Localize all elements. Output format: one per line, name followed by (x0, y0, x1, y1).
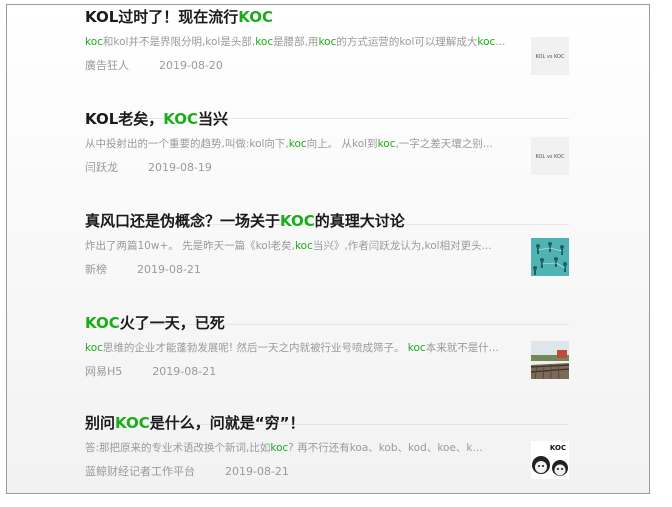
article-meta: 廣告狂人 2019-08-20 (85, 59, 223, 73)
article-summary: 答:那把原来的专业术语改换个新词,比如koc? 再不行还有koa、kob、kod… (85, 441, 517, 455)
text-segment: ? 再不行还有koa、kob、kod、koe、k... (288, 442, 483, 454)
search-results-panel: KOL过时了！现在流行KOC koc和kol并不是界限分明,kol是头部,koc… (6, 4, 650, 494)
article-title[interactable]: KOC火了一天，已死 (85, 313, 515, 333)
article-summary: koc思维的企业才能蓬勃发展呢! 然后一天之内就被行业号喷成筛子。 koc本来就… (85, 341, 517, 355)
koc-meme-thumbnail[interactable]: KOC (531, 441, 569, 479)
text-segment: 真风口还是伪概念？一场关于 (85, 212, 281, 230)
railway-thumbnail[interactable] (531, 341, 569, 379)
article-summary: 炸出了两篇10w+。 先是昨天一篇《kol老矣,koc当兴》,作者闫跃龙认为,k… (85, 239, 517, 253)
text-segment: KOL过时了！现在流行 (85, 8, 239, 26)
text-segment: KOL老矣， (85, 110, 164, 128)
article-title[interactable]: KOL老矣，KOC当兴 (85, 109, 515, 129)
text-segment: 当兴》,作者闫跃龙认为,kol相对更头... (312, 240, 492, 252)
keyword-highlight: koc (377, 138, 396, 150)
text-segment: ... (495, 36, 506, 48)
article-source: 廣告狂人 (85, 59, 129, 72)
text-segment: 答:那把原来的专业术语改换个新词,比如 (85, 442, 271, 454)
article-title[interactable]: 别问KOC是什么，问就是“穷”！ (85, 413, 515, 433)
keyword-highlight: KOC (238, 8, 273, 26)
text-segment: 炸出了两篇10w+。 先是昨天一篇《kol老矣, (85, 240, 295, 252)
article-date: 2019-08-20 (159, 59, 223, 72)
text-segment: 从中投射出的一个重要的趋势,叫做:kol向下, (85, 138, 289, 150)
keyword-highlight: KOC (85, 314, 120, 332)
text-segment: ,一字之差天壤之别... (395, 138, 493, 150)
article-summary: koc和kol并不是界限分明,kol是头部,koc是腰部,用koc的方式运营的k… (85, 35, 517, 49)
kol-vs-koc-thumbnail[interactable]: KOL vs KOC (531, 37, 569, 75)
article-summary: 从中投射出的一个重要的趋势,叫做:kol向下,koc向上。 从kol到koc,一… (85, 137, 517, 151)
text-segment: 是腰部,用 (273, 36, 319, 48)
text-segment: 思维的企业才能蓬勃发展呢! 然后一天之内就被行业号喷成筛子。 (102, 342, 408, 354)
text-segment: 的真理大讨论 (314, 212, 405, 230)
article-item[interactable]: 别问KOC是什么，问就是“穷”！ 答:那把原来的专业术语改换个新词,比如koc?… (85, 413, 569, 493)
text-segment: 是什么，问就是“穷”！ (149, 414, 305, 432)
thumbnail-image (531, 341, 569, 379)
article-meta: 网易H5 2019-08-21 (85, 365, 216, 379)
article-source: 闫跃龙 (85, 161, 118, 174)
keyword-highlight: KOC (115, 414, 150, 432)
article-title[interactable]: 真风口还是伪概念？一场关于KOC的真理大讨论 (85, 211, 515, 231)
article-item[interactable]: 真风口还是伪概念？一场关于KOC的真理大讨论 炸出了两篇10w+。 先是昨天一篇… (85, 211, 569, 325)
article-date: 2019-08-21 (225, 465, 289, 478)
keyword-highlight: koc (85, 342, 103, 354)
text-segment: 本来就不是什... (425, 342, 499, 354)
article-source: 新榜 (85, 263, 107, 276)
people-network-thumbnail[interactable] (531, 238, 569, 276)
thumbnail-image: KOL vs KOC (531, 37, 569, 75)
keyword-highlight: KOC (280, 212, 315, 230)
article-date: 2019-08-19 (148, 161, 212, 174)
kol-vs-koc-thumbnail[interactable]: KOL vs KOC (531, 137, 569, 175)
keyword-highlight: koc (294, 240, 313, 252)
article-date: 2019-08-21 (152, 365, 217, 378)
article-item[interactable]: KOL过时了！现在流行KOC koc和kol并不是界限分明,kol是头部,koc… (85, 7, 569, 119)
thumbnail-image: KOC (531, 441, 569, 479)
article-meta: 新榜 2019-08-21 (85, 263, 201, 277)
keyword-highlight: KOC (163, 110, 198, 128)
keyword-highlight: koc (270, 442, 289, 454)
thumbnail-label: KOL vs KOC (536, 154, 565, 160)
text-segment: 当兴 (197, 110, 228, 128)
article-item[interactable]: KOL老矣，KOC当兴 从中投射出的一个重要的趋势,叫做:kol向下,koc向上… (85, 109, 569, 225)
article-source: 网易H5 (85, 365, 123, 378)
article-meta: 蓝鲸财经记者工作平台 2019-08-21 (85, 465, 289, 479)
article-title[interactable]: KOL过时了！现在流行KOC (85, 7, 515, 27)
article-date: 2019-08-21 (137, 263, 201, 276)
text-segment: 的方式运营的kol可以理解成大 (336, 36, 478, 48)
thumbnail-label: KOL vs KOC (536, 54, 565, 60)
thumbnail-label: KOC (550, 444, 566, 452)
article-source: 蓝鲸财经记者工作平台 (85, 465, 195, 478)
text-segment: 火了一天，已死 (119, 314, 225, 332)
thumbnail-image: KOL vs KOC (531, 137, 569, 175)
text-segment: 向上。 从kol到 (306, 138, 378, 150)
text-segment: 和kol并不是界限分明,kol是头部, (102, 36, 256, 48)
keyword-highlight: koc (407, 342, 426, 354)
keyword-highlight: koc (85, 36, 103, 48)
article-item[interactable]: KOC火了一天，已死 koc思维的企业才能蓬勃发展呢! 然后一天之内就被行业号喷… (85, 313, 569, 425)
article-meta: 闫跃龙 2019-08-19 (85, 161, 212, 175)
text-segment: 别问 (85, 414, 116, 432)
thumbnail-image (531, 238, 569, 276)
keyword-highlight: koc (318, 36, 337, 48)
keyword-highlight: koc (255, 36, 274, 48)
keyword-highlight: koc (288, 138, 307, 150)
keyword-highlight: koc (477, 36, 496, 48)
